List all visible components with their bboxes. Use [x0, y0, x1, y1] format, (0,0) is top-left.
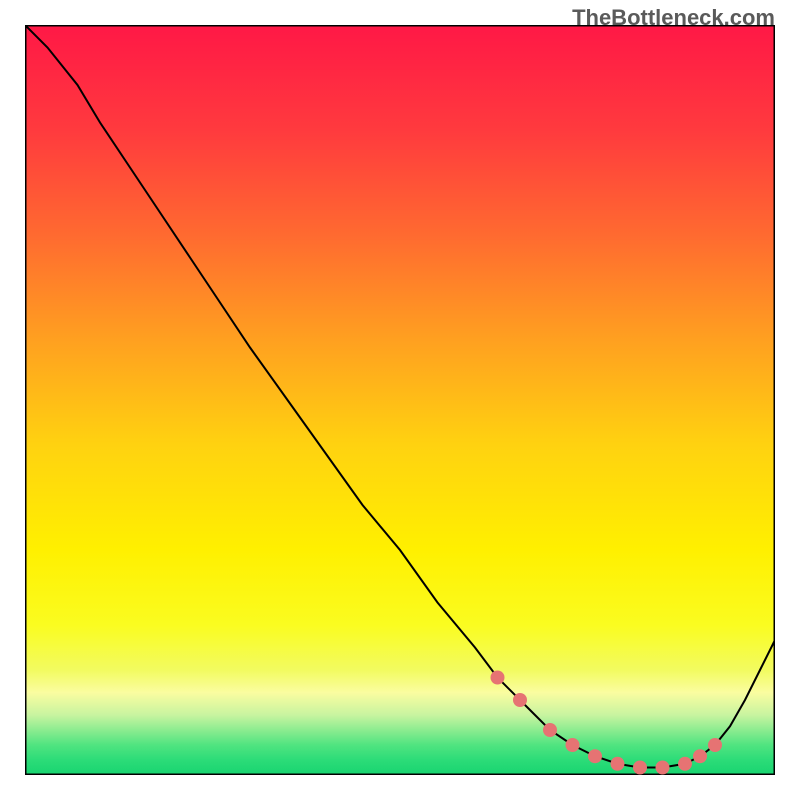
watermark-text: TheBottleneck.com [572, 5, 775, 31]
marker-point [543, 723, 557, 737]
marker-point [678, 757, 692, 771]
marker-point [566, 738, 580, 752]
marker-point [656, 761, 670, 775]
marker-point [513, 693, 527, 707]
chart-background [25, 25, 775, 775]
marker-point [708, 738, 722, 752]
marker-point [611, 757, 625, 771]
marker-point [491, 671, 505, 685]
marker-point [588, 749, 602, 763]
marker-point [693, 749, 707, 763]
bottleneck-chart [25, 25, 775, 775]
chart-container [25, 25, 775, 775]
marker-point [633, 761, 647, 775]
